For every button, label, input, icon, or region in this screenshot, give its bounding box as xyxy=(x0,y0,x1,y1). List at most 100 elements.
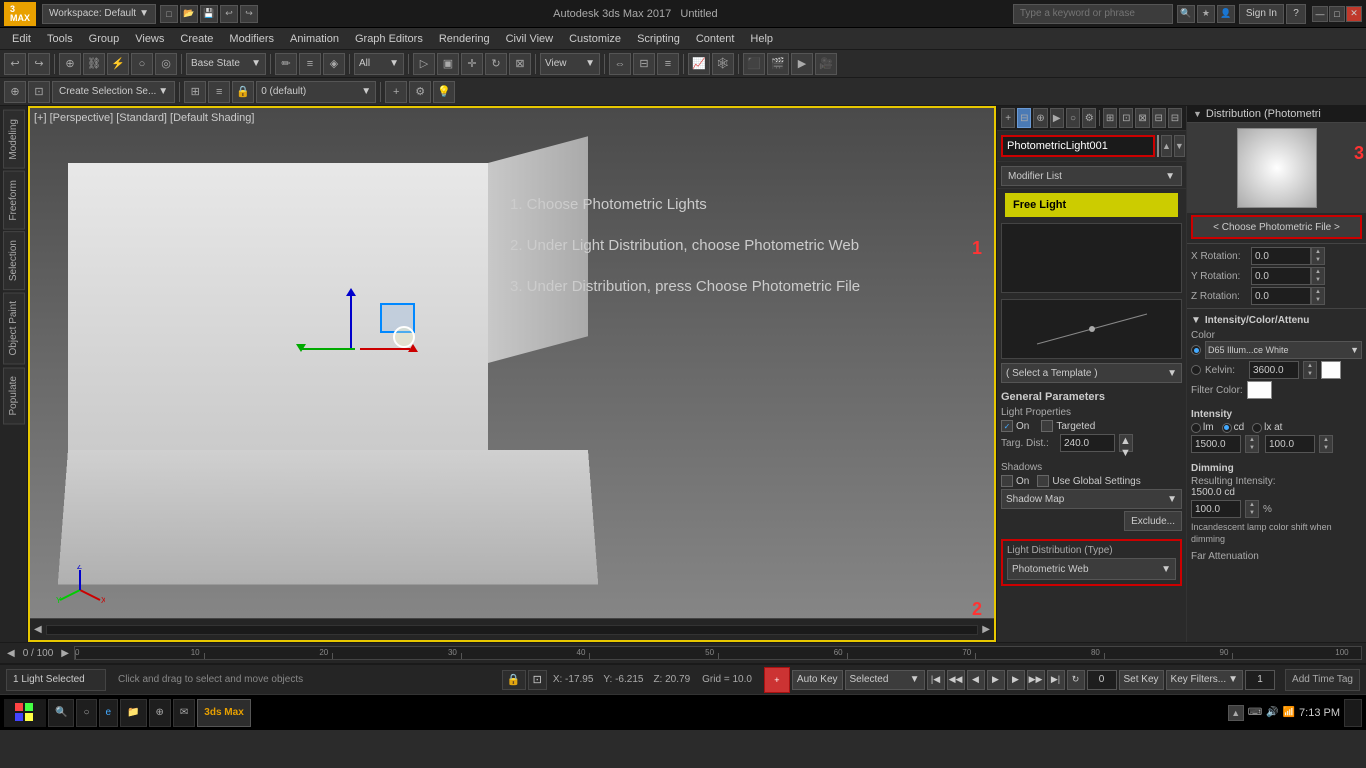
modifier-stack-list[interactable] xyxy=(1001,223,1182,293)
filter-color-swatch[interactable] xyxy=(1247,381,1272,399)
frame-input2[interactable] xyxy=(1245,670,1275,690)
sidebar-modeling[interactable]: Modeling xyxy=(3,110,25,169)
name-arrow-down[interactable]: ▼ xyxy=(1174,135,1185,157)
menu-graph-editors[interactable]: Graph Editors xyxy=(347,28,431,50)
taskbar-search[interactable]: 🔍 xyxy=(48,699,74,727)
add-time-tag-button[interactable]: Add Time Tag xyxy=(1285,669,1360,691)
open-icon[interactable]: 📂 xyxy=(180,5,198,23)
snap-toggle-icon[interactable]: ◈ xyxy=(323,53,345,75)
tb2-settings-icon[interactable]: ⚙ xyxy=(409,81,431,103)
tb2-icon3[interactable]: ⊞ xyxy=(184,81,206,103)
workspace-dropdown[interactable]: Workspace: Default ▼ xyxy=(42,4,156,24)
name-arrow-up[interactable]: ▲ xyxy=(1161,135,1172,157)
menu-rendering[interactable]: Rendering xyxy=(431,28,498,50)
kelvin-spinner[interactable]: ▲▼ xyxy=(1303,361,1317,379)
sidebar-object-paint[interactable]: Object Paint xyxy=(3,292,25,364)
targ-dist-spinner[interactable]: ▲▼ xyxy=(1119,434,1133,452)
menu-create[interactable]: Create xyxy=(172,28,221,50)
menu-edit[interactable]: Edit xyxy=(4,28,39,50)
lm-radio[interactable]: lm xyxy=(1191,422,1214,433)
targ-dist-input[interactable] xyxy=(1060,434,1115,452)
on-checkbox[interactable]: ✓ On xyxy=(1001,420,1029,432)
unlink-icon[interactable]: ⚡ xyxy=(107,53,129,75)
transport-prev[interactable]: ◀ xyxy=(967,670,985,690)
transport-next[interactable]: ▶ xyxy=(1007,670,1025,690)
pi-extra2[interactable]: ⊡ xyxy=(1119,108,1133,128)
selected-dropdown[interactable]: Selected▼ xyxy=(845,670,925,690)
render-setup-icon[interactable]: 🎬 xyxy=(767,53,789,75)
dim-spinner[interactable]: ▲▼ xyxy=(1245,500,1259,518)
save-icon[interactable]: 💾 xyxy=(200,5,218,23)
unselect-icon[interactable]: ◎ xyxy=(155,53,177,75)
timeline-arrow-left[interactable]: ◀ xyxy=(4,648,18,659)
transport-loop[interactable]: ↻ xyxy=(1067,670,1085,690)
undo-tb-btn[interactable]: ↩ xyxy=(4,53,26,75)
close-button[interactable]: ✕ xyxy=(1346,6,1362,22)
minimize-button[interactable]: — xyxy=(1312,6,1328,22)
status-lock-icon[interactable]: 🔒 xyxy=(502,670,526,690)
intensity-spinner2[interactable]: ▲▼ xyxy=(1319,435,1333,453)
select-obj-icon[interactable]: ▷ xyxy=(413,53,435,75)
tb2-icon4[interactable]: ≡ xyxy=(208,81,230,103)
pi-extra1[interactable]: ⊞ xyxy=(1103,108,1117,128)
help-button[interactable]: ? xyxy=(1286,4,1306,24)
add-plus-button[interactable]: + xyxy=(764,667,790,693)
base-state-dropdown[interactable]: Base State▼ xyxy=(186,53,266,75)
sidebar-selection[interactable]: Selection xyxy=(3,231,25,290)
menu-scripting[interactable]: Scripting xyxy=(629,28,688,50)
create-selection-button[interactable]: Create Selection Se... ▼ xyxy=(52,81,175,103)
pi-extra3[interactable]: ⊠ xyxy=(1135,108,1149,128)
taskbar-keyboard-icon[interactable]: ⌨ xyxy=(1248,707,1262,718)
menu-customize[interactable]: Customize xyxy=(561,28,629,50)
render-frame-icon[interactable]: ▶ xyxy=(791,53,813,75)
bind-icon[interactable]: ○ xyxy=(131,53,153,75)
tb2-light-icon[interactable]: 💡 xyxy=(433,81,455,103)
curve-editor-icon[interactable]: 📈 xyxy=(688,53,710,75)
toolbar2-icon1[interactable]: ⊕ xyxy=(4,81,26,103)
auto-key-button[interactable]: Auto Key xyxy=(792,670,843,690)
photometric-web-dropdown[interactable]: Photometric Web ▼ xyxy=(1007,558,1176,580)
menu-content[interactable]: Content xyxy=(688,28,743,50)
taskbar-speaker-icon[interactable]: 🔊 xyxy=(1266,707,1278,718)
taskbar-edge[interactable]: e xyxy=(99,699,119,727)
y-rotation-input[interactable] xyxy=(1251,267,1311,285)
choose-photometric-button[interactable]: < Choose Photometric File > xyxy=(1191,215,1362,239)
shadows-on-checkbox[interactable]: On xyxy=(1001,475,1029,487)
transport-prev-key[interactable]: ◀◀ xyxy=(947,670,965,690)
use-global-checkbox[interactable]: Use Global Settings xyxy=(1037,475,1140,487)
pi-motion[interactable]: ▶ xyxy=(1050,108,1064,128)
z-rotation-input[interactable] xyxy=(1251,287,1311,305)
set-key-button[interactable]: Set Key xyxy=(1119,670,1164,690)
lx-radio[interactable]: lx at xyxy=(1252,422,1282,433)
transport-next-key[interactable]: ▶▶ xyxy=(1027,670,1045,690)
color-option-dropdown[interactable]: D65 Illum...ce White ▼ xyxy=(1205,341,1362,359)
hierarchy-icon[interactable]: ≡ xyxy=(299,53,321,75)
transport-play[interactable]: ▶ xyxy=(987,670,1005,690)
vp-scrollbar[interactable] xyxy=(46,625,979,635)
scale-icon[interactable]: ⊠ xyxy=(509,53,531,75)
menu-modifiers[interactable]: Modifiers xyxy=(221,28,282,50)
pi-utilities[interactable]: ⚙ xyxy=(1082,108,1096,128)
user-icon[interactable]: 👤 xyxy=(1217,5,1235,23)
obj-paint-icon[interactable]: ✏ xyxy=(275,53,297,75)
menu-tools[interactable]: Tools xyxy=(39,28,81,50)
modifier-list-dropdown[interactable]: Modifier List ▼ xyxy=(1001,166,1182,186)
undo-icon[interactable]: ↩ xyxy=(220,5,238,23)
windows-start-button[interactable] xyxy=(4,699,46,727)
search-icon[interactable]: 🔍 xyxy=(1177,5,1195,23)
vp-scroll-left[interactable]: ◀ xyxy=(34,624,42,635)
toolbar2-icon2[interactable]: ⊡ xyxy=(28,81,50,103)
menu-animation[interactable]: Animation xyxy=(282,28,347,50)
x-rotation-input[interactable] xyxy=(1251,247,1311,265)
sidebar-freeform[interactable]: Freeform xyxy=(3,171,25,230)
menu-views[interactable]: Views xyxy=(127,28,172,50)
x-rotation-spinner[interactable]: ▲▼ xyxy=(1311,247,1325,265)
taskbar-chrome[interactable]: ⊕ xyxy=(149,699,171,727)
star-icon[interactable]: ★ xyxy=(1197,5,1215,23)
dim-pct-input[interactable] xyxy=(1191,500,1241,518)
sidebar-populate[interactable]: Populate xyxy=(3,367,25,424)
y-rotation-spinner[interactable]: ▲▼ xyxy=(1311,267,1325,285)
pi-create[interactable]: + xyxy=(1001,108,1015,128)
shadow-map-dropdown[interactable]: Shadow Map ▼ xyxy=(1001,489,1182,509)
mirror-icon[interactable]: ⇔ xyxy=(609,53,631,75)
